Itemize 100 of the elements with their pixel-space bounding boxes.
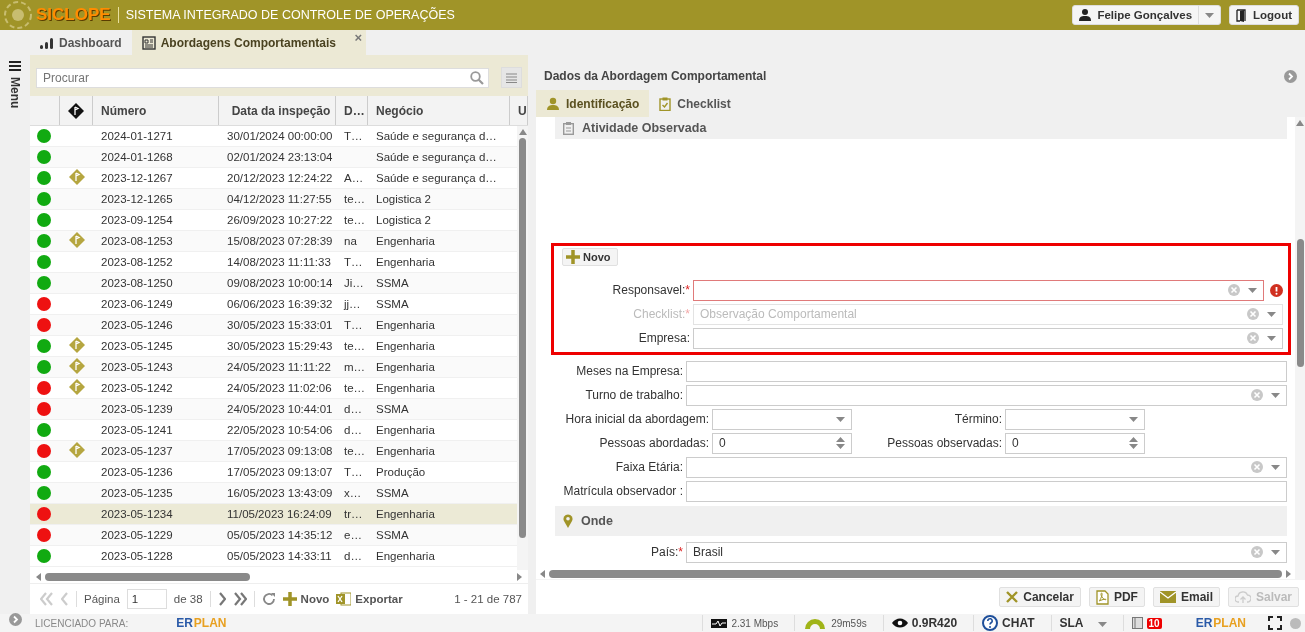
select-field[interactable] [686,384,1287,406]
column-header[interactable]: U [510,96,528,125]
caret-icon[interactable] [1271,549,1280,555]
search-field[interactable]: Procurar [36,67,489,88]
chevron-circle-icon[interactable] [1284,69,1297,83]
select-field[interactable] [712,408,852,430]
select-field[interactable] [693,327,1283,349]
scrollbar-thumb[interactable] [549,570,1282,578]
caret-icon[interactable] [1271,392,1280,398]
vertical-scrollbar[interactable] [1295,117,1305,579]
spinner-icon[interactable] [836,437,845,449]
column-header[interactable]: D… [336,96,368,125]
scroll-left-icon[interactable] [540,570,545,578]
pdf-button[interactable]: PDF [1088,587,1145,607]
spinner-icon[interactable] [1129,437,1138,449]
table-cell-text: SSMA [375,277,410,289]
table-cell-text: Engenharia [375,361,436,373]
table-row[interactable]: 2023-12-1265 04/12/2023 11:27:55 te… Logistica 2 [30,189,517,210]
scroll-up-icon[interactable] [1296,120,1304,126]
caret-icon[interactable] [1129,416,1138,422]
table-row[interactable]: 2023-05-1246 30/05/2023 15:33:01 T… Engenharia [30,315,517,336]
tab[interactable]: Dashboard [30,30,132,55]
column-header[interactable]: Número [93,96,219,125]
fullscreen-icon[interactable] [1268,616,1282,630]
caret-icon[interactable] [1205,12,1215,18]
tab[interactable]: Checklist [649,90,741,117]
select-field[interactable] [686,456,1287,478]
email-button[interactable]: Email [1152,587,1220,607]
sla-label[interactable]: SLA [1059,616,1084,630]
table-row[interactable]: 2023-05-1234 11/05/2023 16:24:09 tr… Engenharia [30,504,517,525]
table-row[interactable]: 2023-08-1250 09/08/2023 10:00:14 Ji… SSMA [30,273,517,294]
number-field[interactable]: 0 [712,432,852,454]
table-cell-text: 30/05/2023 15:33:01 [226,319,334,331]
table-row[interactable]: 2023-05-1237 17/05/2023 09:13:08 te… Engenharia [30,441,517,462]
scroll-right-icon[interactable] [1286,570,1291,578]
menu-icon[interactable] [9,61,21,71]
clear-icon[interactable] [1251,546,1263,558]
column-header[interactable]: Data da inspeção [219,96,336,125]
export-button[interactable]: Exportar [336,592,403,606]
table-cell-text: T… [343,130,364,142]
clear-icon[interactable] [1228,284,1240,296]
table-row[interactable]: 2023-05-1235 16/05/2023 13:43:09 x… SSMA [30,483,517,504]
table-cell-text: 2023-05-1242 [100,382,174,394]
select-field[interactable] [1005,408,1145,430]
clear-icon[interactable] [1251,461,1263,473]
scrollbar-thumb[interactable] [45,572,250,581]
number-field[interactable]: 0 [1005,432,1145,454]
spreadsheet-icon [336,592,352,606]
clear-icon[interactable] [1247,332,1259,344]
next-page-icon[interactable] [217,592,226,606]
table-row[interactable]: 2023-05-1228 05/05/2023 14:33:11 d… Engenharia [30,546,517,567]
table-row[interactable]: 2023-08-1253 15/08/2023 07:28:39 na Engenharia [30,231,517,252]
notification-badge[interactable]: 10 [1146,617,1162,629]
menu-label[interactable]: Menu [8,77,22,109]
vertical-scrollbar[interactable] [517,126,528,570]
caret-icon[interactable] [1267,335,1276,341]
user-menu-button[interactable]: Felipe Gonçalves [1072,5,1222,25]
last-page-icon[interactable] [232,592,247,606]
clear-icon[interactable] [1251,389,1263,401]
table-row[interactable]: 2023-05-1243 24/05/2023 11:11:22 m… Engenharia [30,357,517,378]
scroll-up-icon[interactable] [518,129,527,135]
book-icon[interactable] [1131,617,1143,629]
input-field[interactable] [686,480,1287,502]
refresh-icon[interactable] [261,592,276,606]
table-cell-text: Saúde e segurança d… [375,151,498,163]
page-field[interactable]: 1 [126,589,167,609]
caret-icon[interactable] [836,416,845,422]
input-field[interactable] [686,360,1287,382]
close-tab-button[interactable]: × [354,30,363,45]
scroll-right-icon[interactable] [517,572,522,581]
table-cell-text: Engenharia [375,256,436,268]
select-field[interactable] [693,279,1264,301]
table-row[interactable]: 2024-01-1268 02/01/2024 23:13:04 Saúde e segurança d… [30,147,517,168]
cancel-button[interactable]: Cancelar [999,587,1081,607]
table-cell-text: 09/08/2023 10:00:14 [226,277,334,289]
caret-icon[interactable] [1248,287,1257,293]
table-cell-text: 2023-08-1250 [100,277,174,289]
chat-button[interactable]: CHAT [982,615,1035,631]
column-header[interactable]: Negócio [368,96,510,125]
new-button[interactable]: Novo [282,592,330,606]
table-cell-text: 30/01/2024 00:00:00 [226,130,334,142]
table-cell-text: Engenharia [375,508,436,520]
app-logo: SICLOPE [36,7,119,23]
list-menu-button[interactable] [501,67,522,88]
envelope-icon [1159,591,1176,603]
chevron-circle-icon[interactable] [8,613,22,626]
tab[interactable]: Abordagens Comportamentais × [131,30,367,55]
map-pin-icon [563,514,573,528]
caret-icon[interactable] [1271,464,1280,470]
scrollbar-thumb[interactable] [1296,239,1304,367]
table-cell-text: Engenharia [375,424,436,436]
tab[interactable]: Identificação [536,90,650,117]
select-field[interactable]: Brasil [686,541,1287,563]
scroll-left-icon[interactable] [36,572,41,581]
new-button[interactable]: Novo [562,248,618,266]
caret-icon[interactable] [1097,621,1107,627]
scrollbar-thumb[interactable] [519,138,526,538]
table-row[interactable]: 2023-05-1239 24/05/2023 10:44:01 d… SSMA [30,399,517,420]
table-row[interactable]: 2023-05-1229 05/05/2023 14:35:12 e… SSMA [30,525,517,546]
logout-button[interactable]: Logout [1229,5,1299,25]
